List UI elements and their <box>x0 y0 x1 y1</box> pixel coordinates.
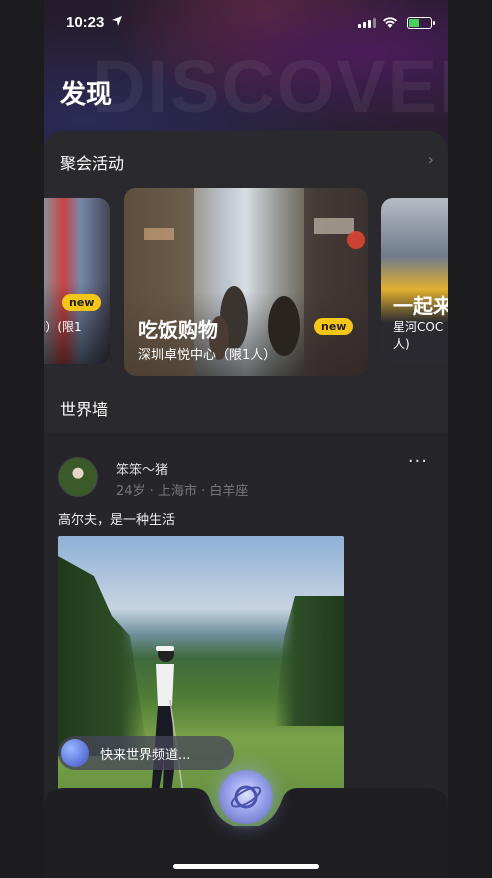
battery-icon <box>407 17 435 29</box>
status-bar: 10:23 <box>44 10 448 36</box>
post-username[interactable]: 笨笨～猪 <box>116 459 168 478</box>
post-user-meta: 24岁 · 上海市 · 白羊座 <box>116 484 249 499</box>
wifi-icon <box>383 17 397 28</box>
home-indicator <box>173 864 319 869</box>
world-channel-pill[interactable]: 快来世界频道... <box>58 736 234 770</box>
left-margin <box>0 0 44 878</box>
events-section-title: 聚会活动 <box>60 154 125 173</box>
event-card-left[interactable]: new i）(限1 <box>44 198 110 364</box>
channel-pill-label: 快来世界频道... <box>100 748 191 763</box>
event-card-right[interactable]: 一起来 星河COC 人) <box>381 198 448 364</box>
post-image[interactable] <box>58 536 344 826</box>
status-time: 10:23 <box>66 14 105 31</box>
new-badge: new <box>314 318 354 335</box>
event-card-title: 吃饭购物 <box>138 318 218 342</box>
event-card-subtitle: 星河COC <box>393 320 444 334</box>
location-arrow-icon <box>112 16 122 26</box>
page-title: 发现 <box>60 80 113 110</box>
world-wall-title: 世界墙 <box>60 400 109 419</box>
center-planet-button[interactable] <box>219 770 273 824</box>
event-card-subtitle: i）(限1 <box>44 320 82 334</box>
avatar[interactable] <box>58 457 98 497</box>
trees-left <box>58 556 148 756</box>
app-screen: DISCOVER 发现 10:23 聚会活动 › new i）(限1 <box>44 0 448 878</box>
event-card-subtitle-line2: 人) <box>393 337 410 351</box>
new-badge: new <box>62 294 102 311</box>
post-text: 高尔夫，是一种生活 <box>58 513 176 528</box>
more-options-icon[interactable]: ··· <box>408 451 428 472</box>
header-background-text: DISCOVER <box>92 45 448 128</box>
channel-planet-icon <box>61 739 89 767</box>
chevron-right-icon[interactable]: › <box>428 150 434 169</box>
event-card-center[interactable]: new 吃饭购物 深圳卓悦中心（限1人） <box>124 188 368 376</box>
event-card-title: 一起来 <box>393 294 448 318</box>
cellular-signal-icon <box>358 18 376 28</box>
event-card-subtitle: 深圳卓悦中心（限1人） <box>138 348 277 363</box>
trees-right <box>274 596 344 726</box>
right-margin <box>448 0 492 878</box>
planet-icon <box>230 785 262 809</box>
